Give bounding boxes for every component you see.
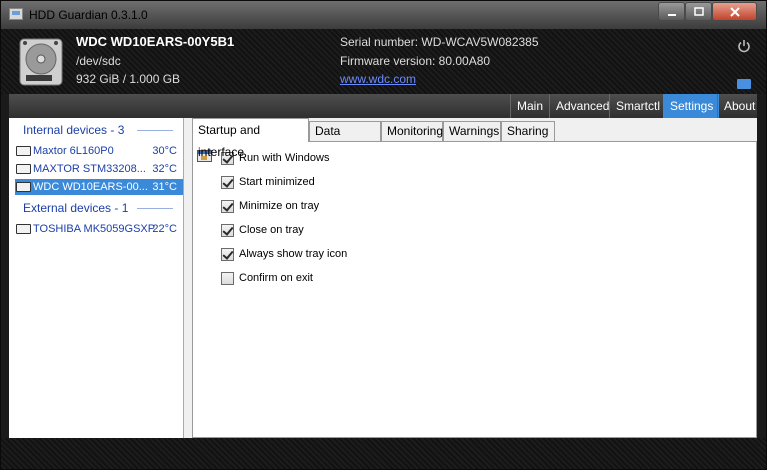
hdd-icon xyxy=(16,146,31,156)
drive-header: WDC WD10EARS-00Y5B1 /dev/sdc 932 GiB / 1… xyxy=(1,29,766,94)
settings-panel: Startup and interface Data update Monito… xyxy=(184,118,757,438)
hdd-icon xyxy=(16,182,31,192)
power-icon[interactable] xyxy=(737,39,751,53)
hard-drive-icon xyxy=(19,38,63,86)
nav-smartctl[interactable]: Smartctl xyxy=(609,94,666,118)
tab-startup-and-interface[interactable]: Startup and interface xyxy=(192,118,309,159)
device-temperature: 30°C xyxy=(152,145,177,157)
option-label: Confirm on exit xyxy=(239,272,313,284)
checkbox[interactable] xyxy=(221,272,234,285)
maximize-button[interactable] xyxy=(685,2,712,21)
startup-options: Run with Windows Start minimized Minimiz… xyxy=(192,141,757,438)
close-icon xyxy=(729,7,740,17)
footer-bar xyxy=(1,438,766,469)
checkbox[interactable] xyxy=(221,224,234,237)
minimize-icon xyxy=(667,14,676,16)
app-window: HDD Guardian 0.3.1.0 WDC WD10EARS-00Y5B1… xyxy=(0,0,767,470)
device-temperature: 22°C xyxy=(152,223,177,235)
divider xyxy=(137,130,173,131)
firmware-version: Firmware version: 80.00A80 xyxy=(340,54,491,68)
device-item-selected[interactable]: WDC WD10EARS-00... 31°C xyxy=(15,179,183,195)
internal-devices-title: Internal devices - 3 xyxy=(23,123,125,137)
manufacturer-link[interactable]: www.wdc.com xyxy=(340,72,416,86)
serial-number: Serial number: WD-WCAV5W082385 xyxy=(340,35,539,49)
drive-model: WDC WD10EARS-00Y5B1 xyxy=(76,34,235,49)
checkbox[interactable] xyxy=(221,200,234,213)
close-button[interactable] xyxy=(712,2,757,21)
app-icon xyxy=(9,8,23,20)
tab-warnings[interactable]: Warnings xyxy=(443,121,501,141)
option-label: Close on tray xyxy=(239,224,304,236)
minimize-button[interactable] xyxy=(658,2,685,21)
hdd-icon xyxy=(16,164,31,174)
tray-icon[interactable] xyxy=(737,79,751,89)
tab-data-update[interactable]: Data update xyxy=(309,121,381,157)
device-item[interactable]: TOSHIBA MK5059GSXP 22°C xyxy=(15,221,183,237)
nav-advanced[interactable]: Advanced xyxy=(549,94,615,118)
device-name: MAXTOR STM33208... xyxy=(33,163,146,175)
device-temperature: 32°C xyxy=(152,163,177,175)
option-label: Run with Windows xyxy=(239,152,330,164)
main-nav: Main Advanced Smartctl Settings About xyxy=(9,94,757,118)
drive-capacity: 932 GiB / 1.000 GB xyxy=(76,72,181,86)
hdd-icon xyxy=(16,224,31,234)
device-name: TOSHIBA MK5059GSXP xyxy=(33,223,156,235)
option-label: Always show tray icon xyxy=(239,248,348,260)
nav-settings[interactable]: Settings xyxy=(663,94,720,118)
tab-monitoring[interactable]: Monitoring xyxy=(381,121,443,141)
tab-sharing[interactable]: Sharing xyxy=(501,121,555,141)
nav-main[interactable]: Main xyxy=(510,94,549,118)
drive-device-path: /dev/sdc xyxy=(76,54,121,68)
device-item[interactable]: MAXTOR STM33208... 32°C xyxy=(15,161,183,177)
nav-about[interactable]: About xyxy=(717,94,761,118)
title-bar[interactable]: HDD Guardian 0.3.1.0 xyxy=(1,1,766,29)
maximize-icon xyxy=(693,7,704,16)
device-list: Internal devices - 3 Maxtor 6L160P0 30°C… xyxy=(9,118,184,438)
option-label: Start minimized xyxy=(239,176,315,188)
checkbox[interactable] xyxy=(221,248,234,261)
divider xyxy=(137,208,173,209)
device-name: WDC WD10EARS-00... xyxy=(33,181,148,193)
device-temperature: 31°C xyxy=(152,181,177,193)
window-title: HDD Guardian 0.3.1.0 xyxy=(29,8,148,22)
option-label: Minimize on tray xyxy=(239,200,320,212)
device-name: Maxtor 6L160P0 xyxy=(33,145,114,157)
device-item[interactable]: Maxtor 6L160P0 30°C xyxy=(15,143,183,159)
external-devices-title: External devices - 1 xyxy=(23,201,129,215)
checkbox[interactable] xyxy=(221,176,234,189)
